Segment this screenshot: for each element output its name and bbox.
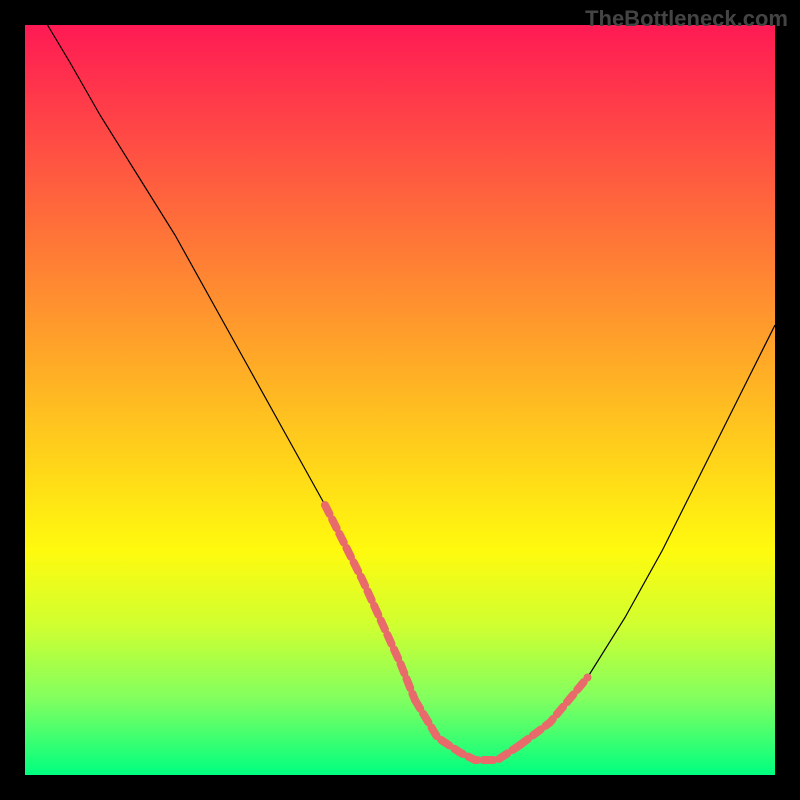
- chart-background: [25, 25, 775, 775]
- watermark: TheBottleneck.com: [585, 6, 788, 32]
